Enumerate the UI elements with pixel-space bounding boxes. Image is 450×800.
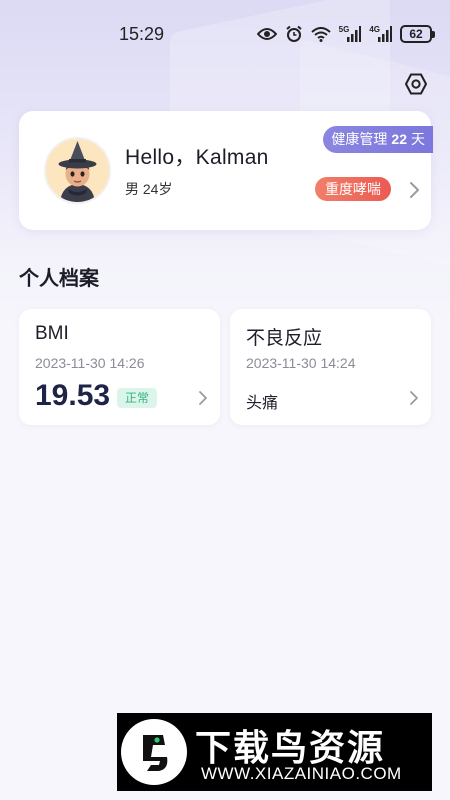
status-bar: 15:29 5G 4G 62 bbox=[0, 0, 450, 68]
settings-icon bbox=[405, 73, 427, 95]
bmi-date: 2023-11-30 14:26 bbox=[35, 355, 145, 371]
bmi-card[interactable]: BMI 2023-11-30 14:26 19.53 正常 bbox=[19, 309, 220, 425]
chevron-right-icon[interactable] bbox=[198, 390, 208, 406]
health-days-value: 22 bbox=[391, 131, 407, 147]
adverse-reaction-text: 头痛 bbox=[246, 395, 279, 412]
health-days-badge: 健康管理 22 天 bbox=[323, 126, 433, 153]
alarm-icon bbox=[285, 25, 303, 43]
eye-icon bbox=[256, 27, 277, 41]
adverse-reaction-title: 不良反应 bbox=[246, 328, 323, 349]
gender-age-text: 男 24岁 bbox=[125, 181, 173, 197]
bird-logo-icon bbox=[121, 719, 187, 785]
status-time: 15:29 bbox=[119, 24, 165, 44]
wifi-icon bbox=[310, 26, 331, 42]
bmi-title: BMI bbox=[35, 323, 69, 344]
profile-card[interactable]: Hello，Kalman 男 24岁 健康管理 22 天 重度哮喘 bbox=[19, 111, 433, 230]
network-type-label: 4G bbox=[369, 24, 380, 34]
health-days-unit: 天 bbox=[411, 131, 425, 147]
health-days-label: 健康管理 bbox=[331, 131, 388, 147]
status-icons: 5G 4G 62 bbox=[256, 24, 435, 44]
bmi-status-badge: 正常 bbox=[117, 388, 158, 408]
signal-icon: 5G bbox=[338, 24, 362, 42]
signal-icon: 4G bbox=[369, 24, 392, 42]
chevron-right-icon[interactable] bbox=[409, 390, 419, 406]
network-type-label: 5G bbox=[338, 24, 350, 34]
battery-icon: 62 bbox=[400, 25, 435, 43]
greeting-text: Hello，Kalman bbox=[125, 146, 269, 169]
settings-button[interactable] bbox=[403, 71, 429, 97]
condition-badge: 重度哮喘 bbox=[315, 177, 391, 201]
chevron-right-icon[interactable] bbox=[409, 181, 421, 199]
adverse-reaction-card[interactable]: 不良反应 2023-11-30 14:24 头痛 bbox=[230, 309, 431, 425]
bmi-value: 19.53 bbox=[35, 379, 111, 412]
watermark-url: WWW.XIAZAINIAO.COM bbox=[201, 764, 402, 783]
section-title: 个人档案 bbox=[19, 268, 99, 290]
avatar[interactable] bbox=[44, 137, 111, 204]
adverse-reaction-date: 2023-11-30 14:24 bbox=[246, 355, 356, 371]
watermark: 下载鸟资源 WWW.XIAZAINIAO.COM bbox=[117, 713, 432, 791]
